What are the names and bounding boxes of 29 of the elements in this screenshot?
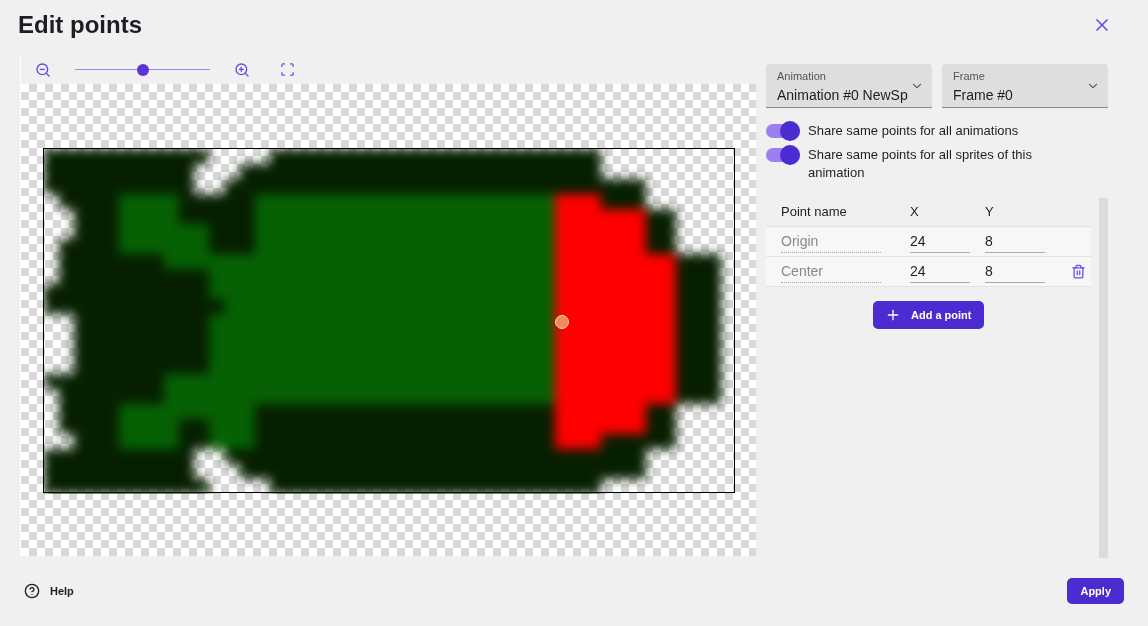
delete-button[interactable] bbox=[1071, 264, 1086, 279]
fit-view-button[interactable] bbox=[280, 62, 295, 77]
toggle-label: Share same points for all sprites of this animation bbox=[808, 146, 1033, 182]
zoom-in-button[interactable] bbox=[234, 61, 250, 78]
plus-icon bbox=[885, 307, 901, 323]
slider-thumb[interactable] bbox=[136, 63, 149, 76]
select-field[interactable]: Frame Frame #0 bbox=[942, 64, 1108, 108]
column-header: Y bbox=[985, 203, 994, 222]
y-field[interactable]: 8 bbox=[985, 230, 1045, 253]
toggle-switch[interactable] bbox=[766, 148, 800, 162]
zoom-out-button[interactable] bbox=[35, 61, 51, 78]
dialog-title: Edit points bbox=[18, 10, 142, 40]
select-field[interactable]: Animation Animation #0 NewSp bbox=[766, 64, 932, 108]
x-field[interactable]: 24 bbox=[910, 260, 970, 283]
x-field[interactable]: 24 bbox=[910, 230, 970, 253]
help-button[interactable]: Help bbox=[24, 582, 74, 600]
select-label: Frame bbox=[953, 69, 986, 84]
select-value: Frame #0 bbox=[953, 85, 1013, 105]
y-field[interactable]: 8 bbox=[985, 260, 1045, 283]
help-icon bbox=[24, 583, 40, 599]
toggle-switch[interactable] bbox=[766, 124, 800, 138]
select-value: Animation #0 NewSp bbox=[777, 85, 908, 105]
column-header: Point name bbox=[781, 203, 848, 222]
toggle-label: Share same points for all animations bbox=[808, 122, 1020, 140]
apply-button[interactable]: Apply bbox=[1067, 578, 1124, 604]
column-header: X bbox=[910, 203, 920, 222]
zoom-slider[interactable] bbox=[75, 63, 210, 76]
select-label: Animation bbox=[777, 69, 827, 84]
add-point-button[interactable]: Add a point bbox=[873, 301, 984, 329]
